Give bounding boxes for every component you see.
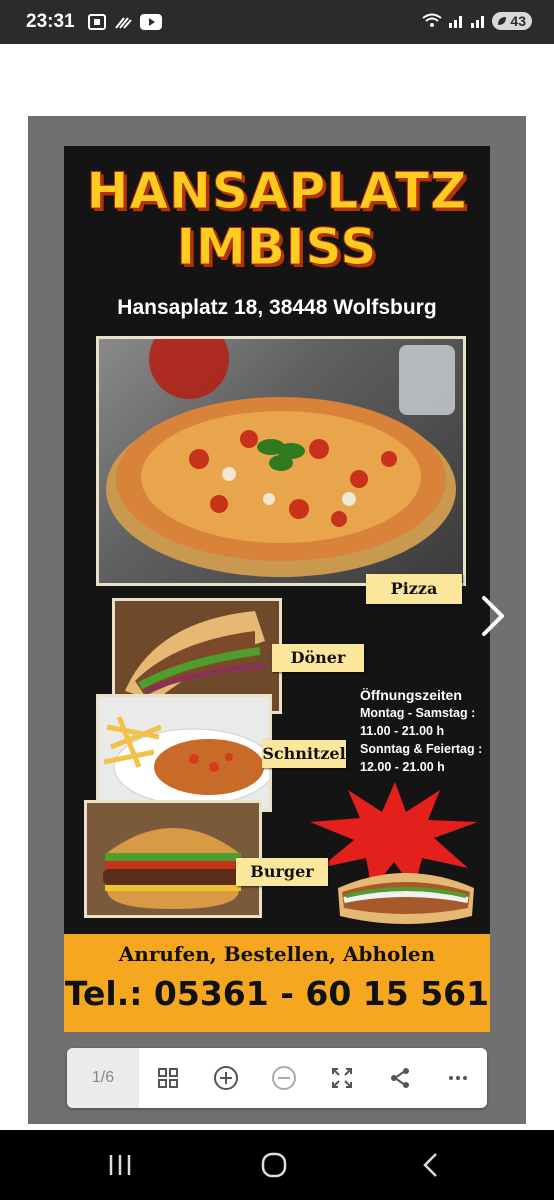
zoom-out-icon	[272, 1066, 296, 1090]
grid-icon	[158, 1068, 178, 1088]
flyer-address: Hansaplatz 18, 38448 Wolfsburg	[117, 296, 437, 319]
burger-illustration	[103, 828, 243, 909]
fullscreen-button[interactable]	[313, 1048, 371, 1108]
battery-leaf-icon	[498, 17, 507, 25]
schnitzel-illustration	[103, 716, 275, 806]
recent-apps-icon	[109, 1155, 131, 1175]
pizza-illustration	[106, 319, 456, 577]
opening-hours-weekend-label: Sonntag & Feiertag :	[360, 742, 483, 756]
menu-label-pizza: Pizza	[366, 574, 462, 604]
schnitzel-photo	[96, 694, 275, 812]
phone-number[interactable]: Tel.: 05361 - 60 15 561	[64, 974, 490, 1013]
zoom-out-button[interactable]	[255, 1048, 313, 1108]
menu-label-burger: Burger	[236, 858, 328, 886]
page-indicator[interactable]: 1/6	[67, 1048, 139, 1108]
zoom-in-button[interactable]	[197, 1048, 255, 1108]
screenshot-icon	[88, 14, 106, 30]
back-icon	[423, 1153, 437, 1177]
flyer-title-line1: HANSAPLATZ	[86, 162, 468, 221]
order-band: Anrufen, Bestellen, Abholen Tel.: 05361 …	[64, 934, 490, 1032]
status-system-icons: 43	[422, 12, 532, 30]
opening-hours-weekday-label: Montag - Samstag :	[360, 706, 476, 720]
zoom-in-icon	[214, 1066, 238, 1090]
pizza-photo	[96, 319, 466, 586]
opening-hours-weekend-time: 12.00 - 21.00 h	[360, 760, 445, 774]
share-icon	[391, 1068, 409, 1088]
doner-sandwich-photo	[332, 858, 480, 932]
more-icon	[449, 1076, 467, 1080]
fullscreen-icon	[332, 1068, 352, 1088]
status-bar: 23:31 43	[0, 0, 554, 44]
opening-hours-weekday-time: 11.00 - 21.00 h	[360, 724, 445, 738]
flyer-page[interactable]: HANSAPLATZ IMBISS Hansaplatz 18, 38448 W…	[64, 146, 490, 1032]
status-time: 23:31	[26, 11, 75, 32]
order-slogan: Anrufen, Bestellen, Abholen	[118, 942, 436, 966]
opening-hours-heading: Öffnungszeiten	[360, 687, 462, 703]
flyer-title-line2: IMBISS	[176, 218, 378, 277]
grid-view-button[interactable]	[139, 1048, 197, 1108]
next-page-button[interactable]	[474, 592, 510, 640]
home-icon	[261, 1152, 287, 1178]
doner-sandwich-illustration	[338, 873, 474, 924]
system-navigation-bar	[0, 1130, 554, 1200]
viewer-toolbar: 1/6	[67, 1048, 487, 1108]
recent-apps-button[interactable]	[80, 1130, 160, 1200]
battery-indicator: 43	[492, 12, 532, 30]
menu-label-schnitzel: Schnitzel	[262, 740, 346, 768]
cell-signal-2-icon	[471, 16, 485, 28]
share-button[interactable]	[371, 1048, 429, 1108]
chevron-right-icon	[482, 596, 504, 636]
signal-slash-icon	[115, 17, 132, 29]
youtube-icon	[140, 14, 162, 30]
opening-hours: Öffnungszeiten Montag - Samstag : 11.00 …	[360, 686, 482, 776]
status-notification-icons	[88, 14, 162, 30]
battery-level: 43	[510, 13, 526, 29]
menu-label-doner: Döner	[272, 644, 364, 672]
more-options-button[interactable]	[429, 1048, 487, 1108]
home-button[interactable]	[234, 1130, 314, 1200]
cell-signal-icon	[449, 16, 463, 28]
back-button[interactable]	[390, 1130, 470, 1200]
wifi-icon	[422, 13, 443, 27]
